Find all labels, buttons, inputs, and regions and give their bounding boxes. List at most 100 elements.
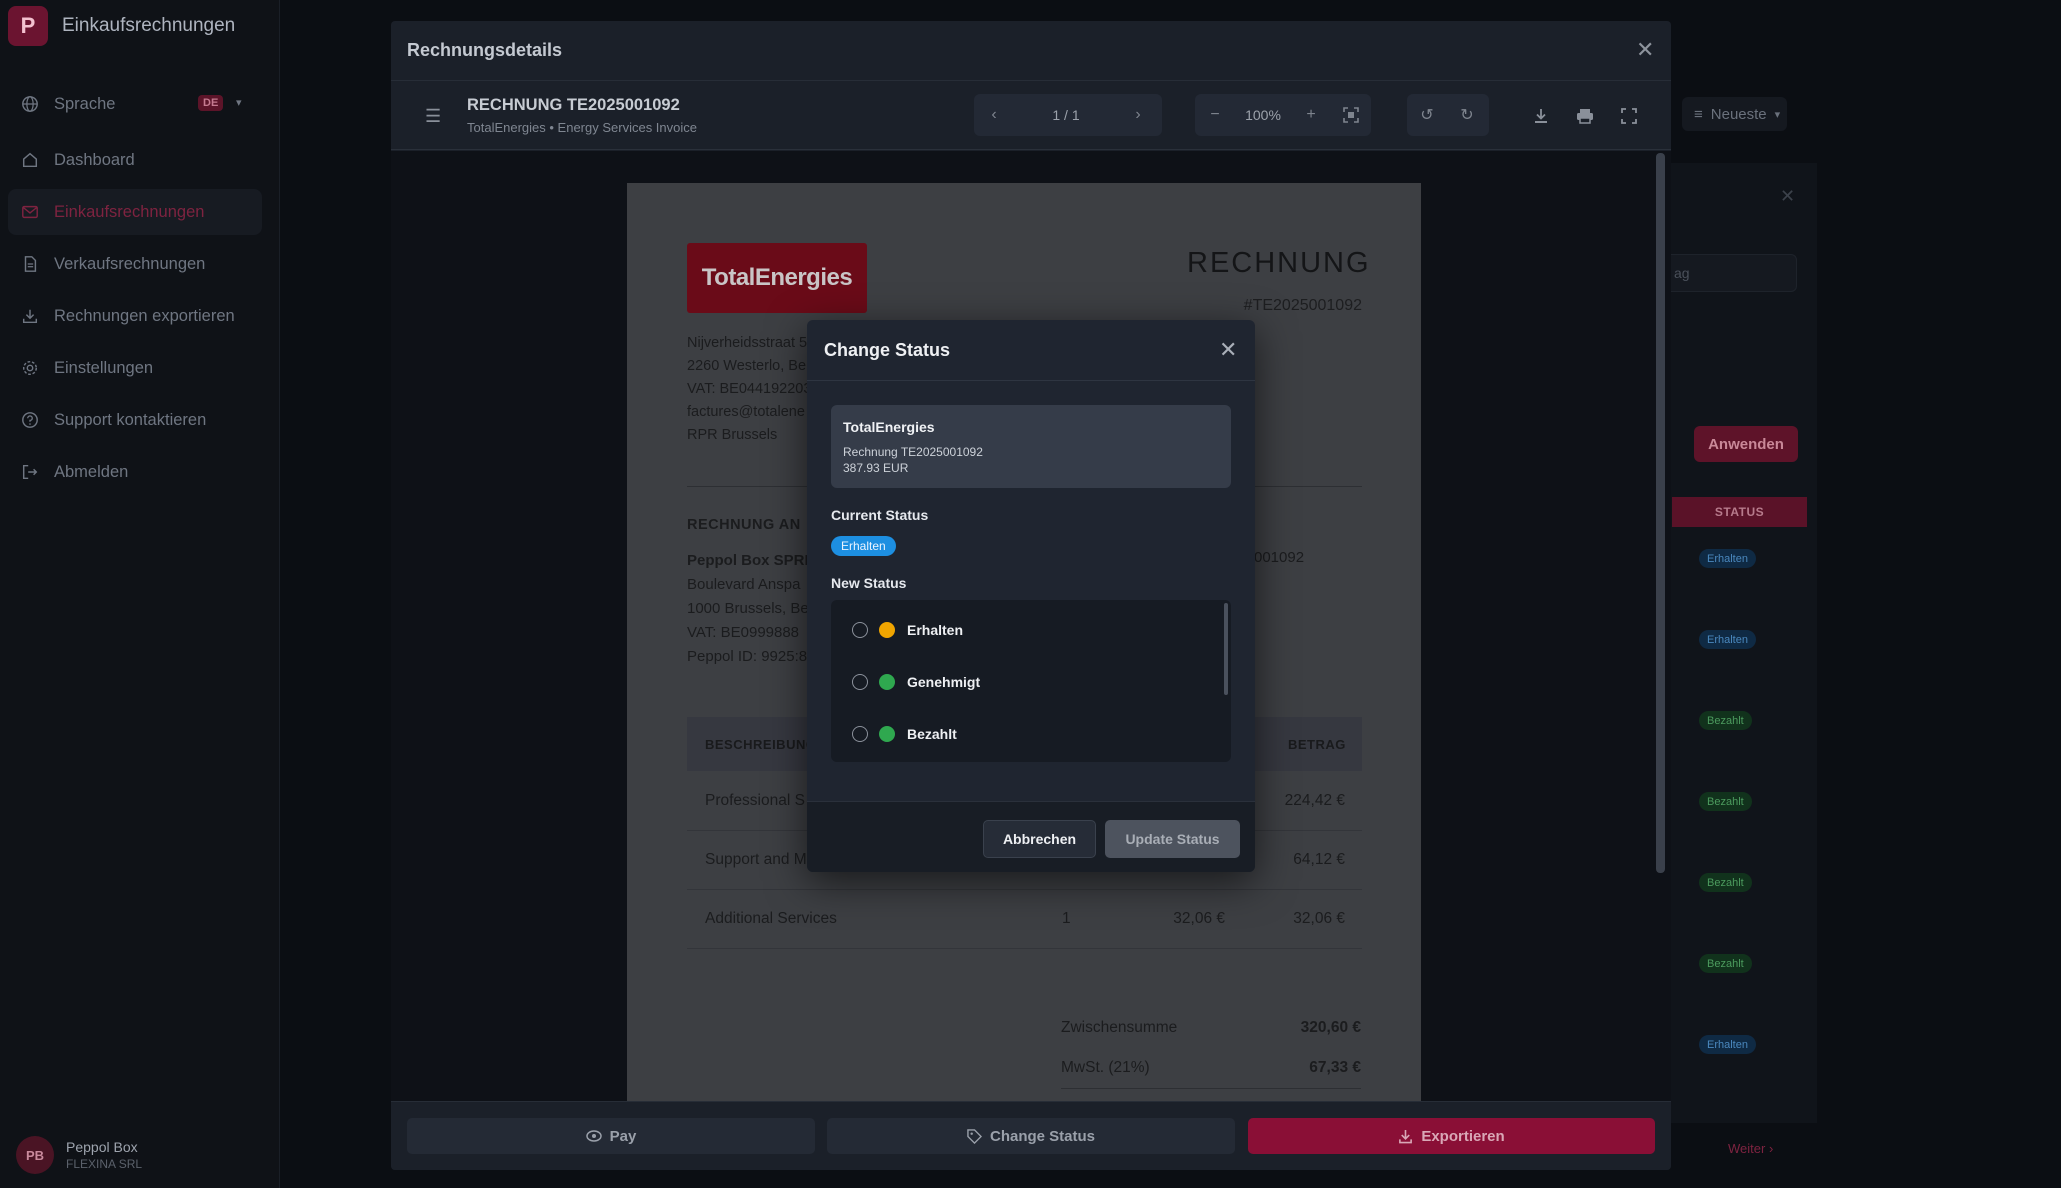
sidebar-item-label: Dashboard <box>54 150 135 169</box>
sidebar-item-label: Rechnungen exportieren <box>54 306 235 325</box>
language-selector[interactable]: Sprache <box>8 81 262 127</box>
new-status-label: New Status <box>831 575 907 591</box>
user-org: FLEXINA SRL <box>66 1157 143 1171</box>
status-badge: Bezahlt <box>1699 873 1752 892</box>
supplier-name: TotalEnergies <box>843 419 935 435</box>
chevron-down-icon[interactable]: ▾ <box>236 96 242 109</box>
rotate-controls: ↺ ↻ <box>1407 94 1489 136</box>
status-option-bezahlt[interactable]: Bezahlt <box>831 708 1221 760</box>
bill-to-line: VAT: BE0999888 <box>687 624 800 641</box>
pay-label: Pay <box>609 1127 637 1145</box>
brand-logo: P <box>8 6 48 46</box>
apply-button[interactable]: Anwenden <box>1694 426 1798 462</box>
status-option-label: Erhalten <box>907 622 964 638</box>
sidebar-item-verkaufsrechnungen[interactable]: Verkaufsrechnungen <box>8 241 262 287</box>
viewer-toolbar: ☰ RECHNUNG TE2025001092 TotalEnergies • … <box>391 82 1671 150</box>
row-description: Additional Services <box>705 910 837 927</box>
sidebar-item-logout[interactable]: Abmelden <box>8 449 262 495</box>
chevron-left-icon[interactable]: ‹ <box>974 94 1014 136</box>
sidebar-item-settings[interactable]: Einstellungen <box>8 345 262 391</box>
row-amount: 64,12 € <box>1293 851 1345 868</box>
sidebar-item-export[interactable]: Rechnungen exportieren <box>8 293 262 339</box>
sort-label: Neueste <box>1710 105 1767 123</box>
zoom-out-icon[interactable]: − <box>1195 94 1235 136</box>
row-description: Professional S <box>705 792 805 809</box>
fullscreen-icon[interactable] <box>1621 108 1637 124</box>
subtotal-value: 320,60 € <box>1300 1019 1361 1036</box>
bill-to-address: Peppol Box SPRL Boulevard Anspa 1000 Bru… <box>687 549 814 669</box>
next-label: Weiter <box>1728 1141 1766 1156</box>
sender-address: Nijverheidsstraat 5 2260 Westerlo, Be VA… <box>687 332 811 447</box>
status-badge: Bezahlt <box>1699 711 1752 730</box>
bill-reference: 001092 <box>1254 549 1305 566</box>
subtotal-label: Zwischensumme <box>1061 1019 1178 1036</box>
zoom-in-icon[interactable]: + <box>1291 94 1331 136</box>
document-number: #TE2025001092 <box>1243 297 1362 314</box>
change-status-dialog: Change Status ✕ TotalEnergies Rechnung T… <box>807 320 1255 872</box>
rotate-left-icon[interactable]: ↺ <box>1407 94 1447 136</box>
radio-button[interactable] <box>852 726 868 742</box>
sidebar-item-label: Support kontaktieren <box>54 410 207 429</box>
export-button[interactable]: Exportieren <box>1248 1118 1655 1154</box>
pay-button[interactable]: Pay <box>407 1118 815 1154</box>
next-page-link[interactable]: Weiter › <box>1728 1141 1773 1156</box>
close-icon[interactable]: ✕ <box>1636 37 1654 63</box>
filter-input[interactable]: ag <box>1665 254 1797 292</box>
logo-text: TotalEnergies <box>701 264 853 291</box>
sidebar-item-support[interactable]: Support kontaktieren <box>8 397 262 443</box>
options-scrollbar[interactable] <box>1224 603 1228 695</box>
bill-to-line: 1000 Brussels, Be <box>687 600 809 617</box>
language-badge: DE <box>198 95 224 111</box>
sender-line: 2260 Westerlo, Be <box>687 358 807 374</box>
cancel-button[interactable]: Abbrechen <box>983 820 1096 858</box>
sender-line: factures@totalene <box>687 404 805 420</box>
page-indicator: 1 / 1 <box>1052 107 1080 123</box>
sidebar-item-dashboard[interactable]: Dashboard <box>8 137 262 183</box>
status-option-erhalten[interactable]: Erhalten <box>831 604 1221 656</box>
export-label: Exportieren <box>1421 1127 1505 1145</box>
modal-footer: Pay Change Status Exportieren <box>391 1101 1671 1170</box>
zoom-level: 100% <box>1245 107 1281 123</box>
download-icon <box>20 306 40 326</box>
sidebar-item-einkaufsrechnungen[interactable]: Einkaufsrechnungen <box>8 189 262 235</box>
close-icon[interactable]: ✕ <box>1780 186 1795 207</box>
user-profile[interactable]: PB Peppol Box FLEXINA SRL <box>16 1136 142 1174</box>
print-icon[interactable] <box>1576 108 1594 124</box>
fit-screen-icon[interactable] <box>1331 94 1371 136</box>
row-amount: 224,42 € <box>1284 792 1345 809</box>
radio-button[interactable] <box>852 622 868 638</box>
menu-icon[interactable]: ☰ <box>425 106 441 127</box>
change-status-button[interactable]: Change Status <box>827 1118 1235 1154</box>
chevron-down-icon: ▾ <box>1774 108 1781 121</box>
bill-to-line: Peppol ID: 9925:8 <box>687 648 808 665</box>
dialog-footer: Abbrechen Update Status <box>807 801 1255 872</box>
invoice-title: RECHNUNG TE2025001092 <box>467 96 680 114</box>
subtotal-row: Zwischensumme 320,60 € <box>1061 1019 1361 1037</box>
current-status-label: Current Status <box>831 507 929 523</box>
dialog-title: Change Status <box>824 340 951 360</box>
row-amount: 32,06 € <box>1293 910 1345 927</box>
status-color-dot <box>879 674 895 690</box>
company-logo: TotalEnergies <box>687 243 867 313</box>
modal-header: Rechnungsdetails ✕ <box>391 21 1671 81</box>
status-option-label: Genehmigt <box>907 674 981 690</box>
viewer-scrollbar[interactable] <box>1656 153 1665 873</box>
sort-icon: ≡ <box>1694 105 1703 123</box>
brand-name: Einkaufsrechnungen <box>62 15 236 36</box>
brand[interactable]: P Einkaufsrechnungen <box>8 6 235 46</box>
update-status-button[interactable]: Update Status <box>1105 820 1240 858</box>
invoice-amount: 387.93 EUR <box>843 461 909 475</box>
status-column-header: STATUS <box>1672 497 1807 527</box>
download-icon[interactable] <box>1533 108 1549 124</box>
chevron-right-icon[interactable]: › <box>1118 94 1158 136</box>
rotate-right-icon[interactable]: ↻ <box>1447 94 1487 136</box>
sort-dropdown[interactable]: ≡ Neueste ▾ <box>1682 97 1787 131</box>
radio-button[interactable] <box>852 674 868 690</box>
sender-line: Nijverheidsstraat 5 <box>687 335 808 351</box>
close-icon[interactable]: ✕ <box>1219 337 1237 363</box>
divider <box>1061 1088 1361 1089</box>
change-status-label: Change Status <box>989 1127 1095 1145</box>
download-icon <box>1398 1129 1413 1144</box>
status-option-genehmigt[interactable]: Genehmigt <box>831 656 1221 708</box>
row-quantity: 1 <box>1062 910 1071 927</box>
